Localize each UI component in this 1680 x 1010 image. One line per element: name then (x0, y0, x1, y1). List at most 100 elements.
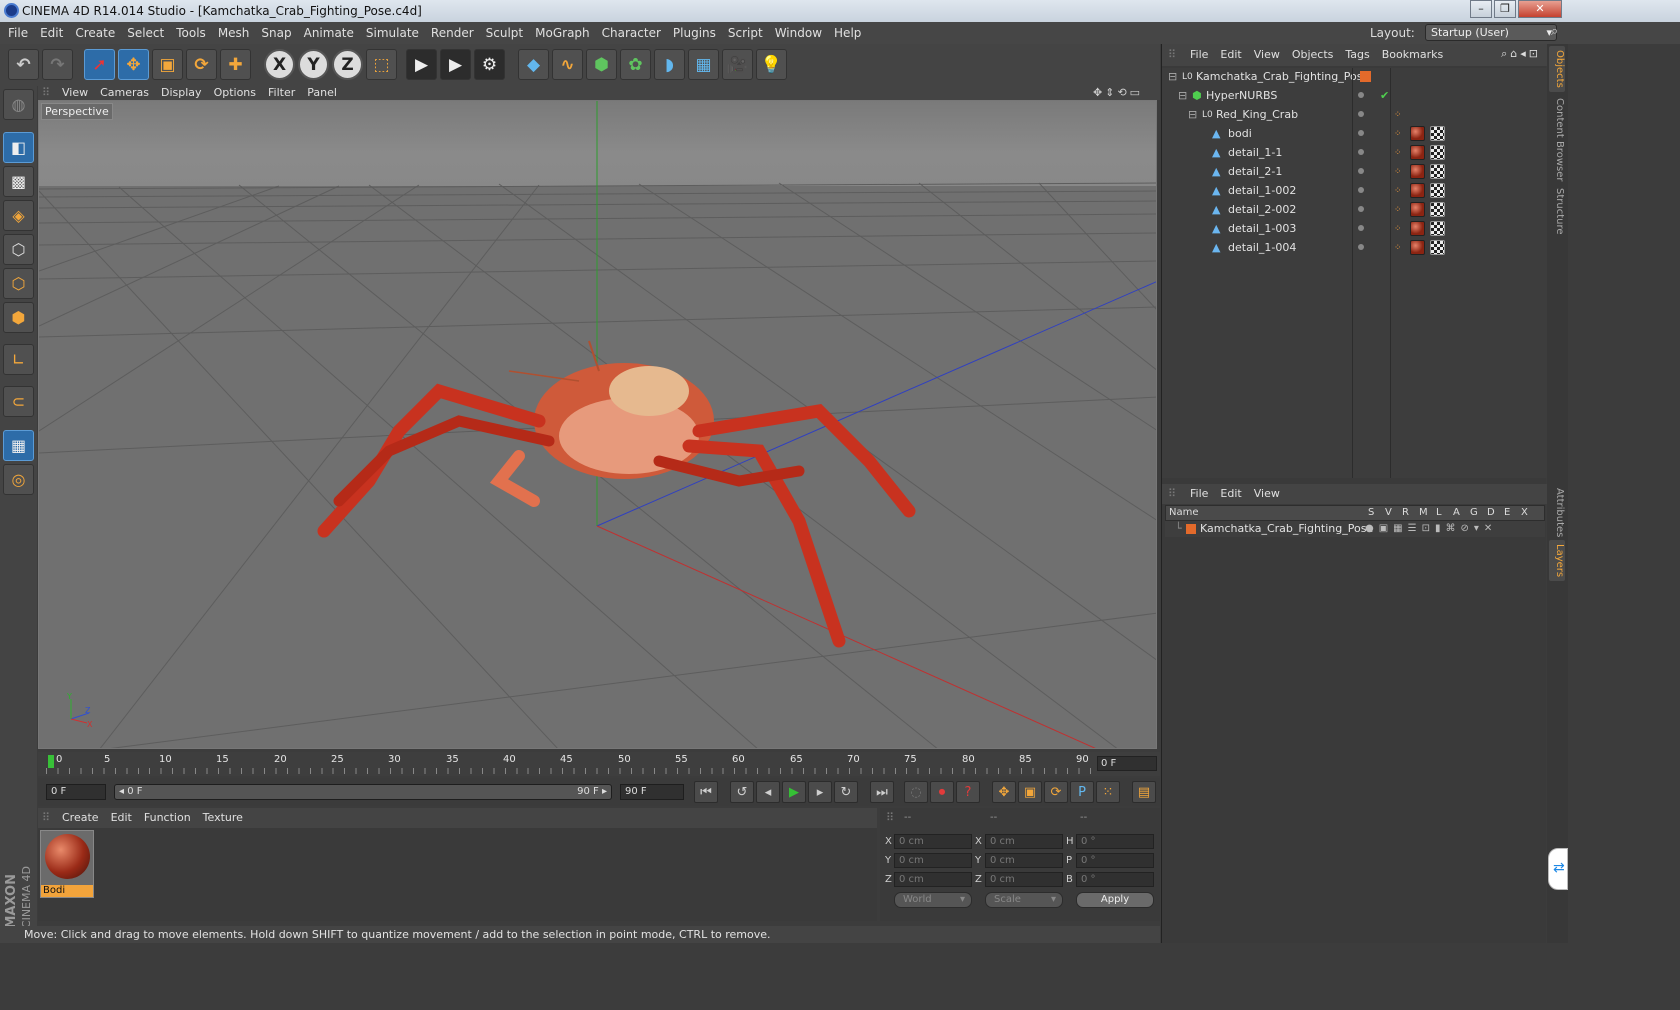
visibility-dot-icon[interactable] (1358, 149, 1364, 155)
mat-menu-create[interactable]: Create (56, 808, 105, 828)
key-scale-icon[interactable]: ▣ (1018, 781, 1042, 803)
rot-p-field[interactable]: 0 ° (1076, 853, 1154, 868)
tree-row[interactable]: ▲ detail_2-1 ⁘ (1162, 163, 1547, 181)
uvw-tag-icon[interactable] (1430, 240, 1445, 255)
menu-character[interactable]: Character (596, 22, 667, 44)
vp-menu-panel[interactable]: Panel (301, 86, 343, 100)
orbit-icon[interactable]: ⟲ (1117, 86, 1129, 99)
phong-tag-icon[interactable]: ⁘ (1394, 201, 1402, 219)
visibility-dot-icon[interactable] (1358, 130, 1364, 136)
array-icon[interactable]: ✿ (620, 49, 651, 80)
lm-menu-view[interactable]: View (1248, 484, 1286, 504)
menu-sculpt[interactable]: Sculpt (480, 22, 529, 44)
om-menu-bookmarks[interactable]: Bookmarks (1376, 44, 1449, 66)
vp-menu-filter[interactable]: Filter (262, 86, 301, 100)
visibility-dot-icon[interactable] (1358, 187, 1364, 193)
end-frame-field[interactable]: 90 F (620, 784, 684, 800)
deformer-icon[interactable]: ◗ (654, 49, 685, 80)
tab-structure[interactable]: Structure (1549, 184, 1565, 239)
scale-icon[interactable]: ▣ (152, 49, 183, 80)
coordinate-space-select[interactable]: World ▾ (894, 892, 972, 908)
make-editable-icon[interactable]: ◍ (3, 89, 34, 120)
tab-objects[interactable]: Objects (1549, 46, 1565, 92)
tree-row[interactable]: ▲ detail_1-004 ⁘ (1162, 239, 1547, 257)
spline-icon[interactable]: ∿ (552, 49, 583, 80)
workplane-lock-icon[interactable]: ▦ (3, 430, 34, 461)
col-xref[interactable]: X (1521, 506, 1528, 520)
current-frame-field[interactable]: 0 F (1097, 756, 1157, 771)
col-view[interactable]: V (1385, 506, 1392, 520)
lm-menu-edit[interactable]: Edit (1214, 484, 1247, 504)
rot-b-field[interactable]: 0 ° (1076, 872, 1154, 887)
collapse-icon[interactable]: ⊟ (1188, 106, 1197, 124)
model-mode-icon[interactable]: ◧ (3, 132, 34, 163)
playhead[interactable] (48, 755, 54, 768)
snap-icon[interactable]: ⊂ (3, 386, 34, 417)
col-deformers[interactable]: D (1487, 506, 1495, 520)
vp-menu-cameras[interactable]: Cameras (94, 86, 155, 100)
col-animation[interactable]: A (1453, 506, 1460, 520)
perspective-viewport[interactable]: Perspective Y Z X (38, 100, 1157, 749)
om-menu-tags[interactable]: Tags (1339, 44, 1375, 66)
polygons-mode-icon[interactable]: ⬢ (3, 302, 34, 333)
key-rotation-icon[interactable]: ⟳ (1044, 781, 1068, 803)
rot-h-field[interactable]: 0 ° (1076, 834, 1154, 849)
layer-flag-icons[interactable]: ●▣▦☰⊡▮⌘⊘▾✕ (1365, 521, 1497, 537)
tree-row[interactable]: ▲ detail_1-003 ⁘ (1162, 220, 1547, 238)
phong-tag-icon[interactable]: ⁘ (1394, 144, 1402, 162)
phong-tag-icon[interactable]: ⁘ (1394, 163, 1402, 181)
menu-create[interactable]: Create (69, 22, 121, 44)
menu-simulate[interactable]: Simulate (360, 22, 425, 44)
col-render[interactable]: R (1402, 506, 1409, 520)
frame-range-slider[interactable]: ◂ 0 F 90 F ▸ (114, 784, 612, 800)
next-key-icon[interactable]: ↻ (834, 781, 858, 803)
light-icon[interactable]: 💡 (756, 49, 787, 80)
zoom-icon[interactable]: ⇕ (1105, 86, 1117, 99)
close-button[interactable]: ✕ (1518, 0, 1562, 18)
material-tag-icon[interactable] (1410, 221, 1425, 236)
mat-menu-edit[interactable]: Edit (105, 808, 138, 828)
visibility-dot-icon[interactable] (1358, 206, 1364, 212)
tree-row[interactable]: ⊟ ⬢ HyperNURBS ✔ (1162, 87, 1547, 105)
tree-row[interactable]: ▲ detail_1-002 ⁘ (1162, 182, 1547, 200)
lm-menu-file[interactable]: File (1184, 484, 1214, 504)
redo-icon[interactable]: ↷ (42, 49, 73, 80)
maximize-view-icon[interactable]: ▭ (1130, 86, 1143, 99)
col-generators[interactable]: G (1470, 506, 1478, 520)
om-menu-objects[interactable]: Objects (1286, 44, 1340, 66)
add-object-icon[interactable]: ✚ (220, 49, 251, 80)
tree-row[interactable]: ▲ detail_2-002 ⁘ (1162, 201, 1547, 219)
axis-mode-icon[interactable]: ∟ (3, 344, 34, 375)
floor-icon[interactable]: ▦ (688, 49, 719, 80)
z-axis-icon[interactable]: Z (332, 49, 363, 80)
column-divider[interactable] (1390, 68, 1391, 478)
col-expressions[interactable]: E (1504, 506, 1510, 520)
live-selection-icon[interactable]: ➚ (84, 49, 115, 80)
menu-window[interactable]: Window (769, 22, 828, 44)
collapse-icon[interactable]: ⊟ (1168, 68, 1177, 86)
tab-content-browser[interactable]: Content Browser (1549, 94, 1565, 185)
om-menu-edit[interactable]: Edit (1214, 44, 1247, 66)
grid-snap-icon[interactable]: ◎ (3, 464, 34, 495)
om-nav-icons[interactable]: ⌕⌂◂⊡ (1501, 47, 1541, 61)
visibility-dot-icon[interactable] (1358, 168, 1364, 174)
phong-tag-icon[interactable]: ⁘ (1394, 220, 1402, 238)
record-keys-icon[interactable]: ◌ (904, 781, 928, 803)
texture-mode-icon[interactable]: ▩ (3, 166, 34, 197)
remote-support-widget-icon[interactable]: ⇄ (1548, 848, 1568, 890)
uvw-tag-icon[interactable] (1430, 126, 1445, 141)
om-menu-view[interactable]: View (1248, 44, 1286, 66)
visibility-dot-icon[interactable] (1358, 111, 1364, 117)
size-z-field[interactable]: 0 cm (985, 872, 1063, 887)
menu-script[interactable]: Script (722, 22, 769, 44)
vp-menu-options[interactable]: Options (208, 86, 262, 100)
material-tag-icon[interactable] (1410, 183, 1425, 198)
prev-frame-icon[interactable]: ◂ (756, 781, 780, 803)
render-view-icon[interactable]: ▶ (406, 49, 437, 80)
menu-plugins[interactable]: Plugins (667, 22, 722, 44)
size-mode-select[interactable]: Scale ▾ (985, 892, 1063, 908)
menu-mograph[interactable]: MoGraph (529, 22, 596, 44)
material-tag-icon[interactable] (1410, 202, 1425, 217)
next-frame-icon[interactable]: ▸ (808, 781, 832, 803)
autokey-icon[interactable]: ⏺ (930, 781, 954, 803)
